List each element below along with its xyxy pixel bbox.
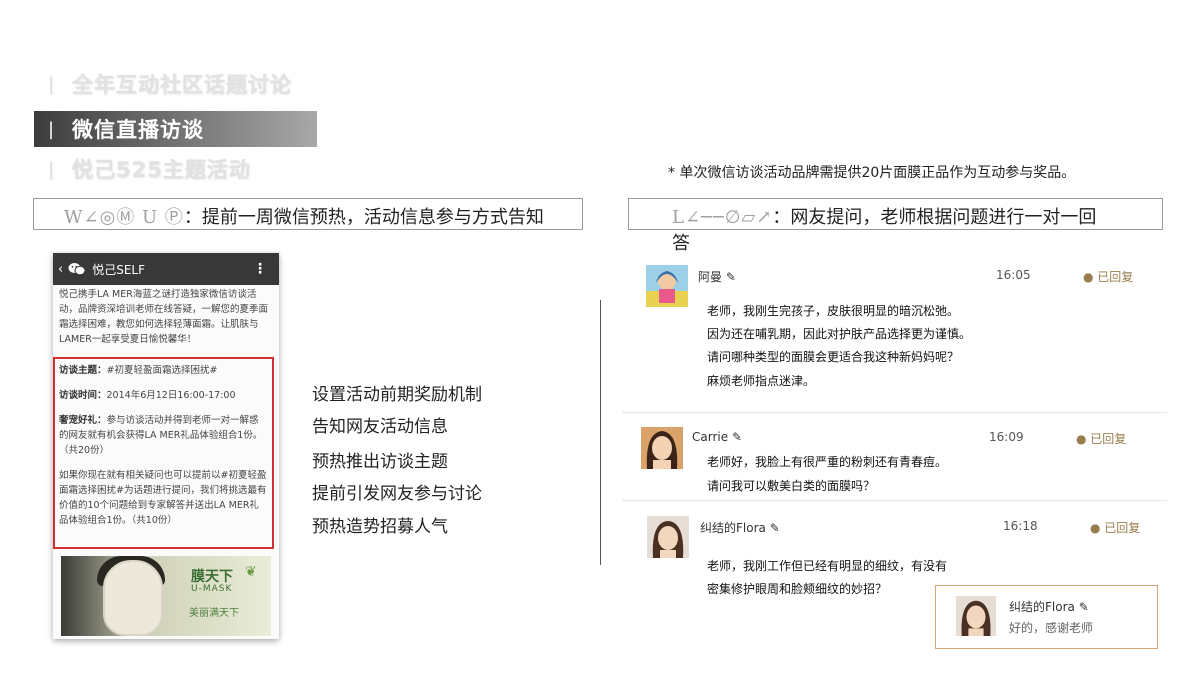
reply-card: 纠结的Flora ✎ 好的，感谢老师 [935,585,1158,649]
commenter-name-text: 纠结的Flora [700,521,766,535]
comment-line: 密集修护眼周和脸颊细纹的妙招？ [707,582,888,596]
nav-bar-mark: | [47,118,55,140]
phone-screenshot: ‹ 悦己SELF ⋮ 悦己携手LA MER海蓝之谜打造独家微信访谈活动，品牌资深… [53,253,279,639]
avatar[interactable] [646,265,688,307]
leaf-icon: ❦ [245,564,257,580]
reply-name-text: 纠结的Flora [1009,600,1075,614]
time-line: 访谈时间：2014年6月12日16:00-17:00 [59,388,268,403]
left-header: W∠◎Ⓜ U Ⓟ：提前一周微信预热，活动信息参与方式告知 [64,203,544,229]
nav-item-label: 全年互动社区话题讨论 [72,73,292,97]
comment-time: 16:18 [1003,519,1038,533]
edit-icon: ✎ [1078,600,1089,614]
status-badge: ● 已回复 [1083,270,1134,284]
status-badge: ● 已回复 [1076,432,1127,446]
ad-subtitle: U-MASK [191,584,233,594]
comment-line: 老师，我刚生完孩子，皮肤很明显的暗沉松弛。 [707,304,960,318]
avatar[interactable] [956,596,996,636]
right-header-wrap: 答 [672,233,690,254]
avatar[interactable] [641,427,683,469]
comment-line: 请问我可以敷美白类的面膜吗？ [707,479,876,493]
divider-line [600,300,601,565]
gift-line: 奢宠好礼：参与访谈活动并得到老师一对一解惑的网友就有机会获得LA MER礼品体验… [59,413,268,458]
back-icon[interactable]: ‹ [58,262,63,277]
feature-item: 告知网友活动信息 [312,417,448,437]
nav-bar-mark: | [47,73,55,95]
comment-separator [622,500,1167,501]
reply-name: 纠结的Flora ✎ [1009,598,1089,615]
reply-text: 好的，感谢老师 [1009,621,1094,635]
commenter-name: 阿曼 ✎ [698,268,736,285]
right-header-glyphs: L∠──∅▱↗ [672,207,773,228]
commenter-name-text: Carrie [692,430,729,444]
comment-line: 老师，我刚工作但已经有明显的细纹，有没有 [707,559,948,573]
nav-item-wechat-live-interview[interactable]: | 微信直播访谈 [34,111,317,147]
topic-value: #初夏轻盈面霜选择困扰# [106,365,218,376]
ad-slogan: 美丽满天下 [189,608,239,619]
feature-item: 预热推出访谈主题 [312,452,448,472]
left-header-text: ：提前一周微信预热，活动信息参与方式告知 [183,207,544,228]
nav-item-community-topics[interactable]: | 全年互动社区话题讨论 [34,66,317,102]
right-header: L∠──∅▱↗：网友提问，老师根据问题进行一对一回 [672,203,1096,229]
comment-separator [622,412,1167,413]
nav-item-525-theme-event[interactable]: | 悦己525主题活动 [34,151,317,187]
nav-item-label: 微信直播访谈 [72,118,204,142]
feature-item: 设置活动前期奖励机制 [312,385,482,405]
wechat-icon [68,262,86,276]
comment-line: 麻烦老师指点迷津。 [707,374,816,388]
umask-ad-banner[interactable]: 膜天下 U-MASK 美丽满天下 ❦ [61,556,271,636]
time-label: 访谈时间： [59,390,107,401]
model-mask [103,560,163,636]
topic-label: 访谈主题： [59,365,107,376]
phone-intro-text: 悦己携手LA MER海蓝之谜打造独家微信访谈活动，品牌资深培训老师在线答疑，一解… [59,289,269,345]
nav-item-label: 悦己525主题活动 [72,158,251,182]
topic-line: 访谈主题：#初夏轻盈面霜选择困扰# [59,363,268,378]
phone-title-bar: ‹ 悦己SELF ⋮ [53,253,279,285]
avatar[interactable] [647,516,689,558]
phone-account-title: 悦己SELF [92,262,145,277]
right-header-text: ：网友提问，老师根据问题进行一对一回 [772,207,1097,228]
nav-bar-mark: | [47,158,55,180]
commenter-name: Carrie ✎ [692,430,742,444]
comment-line: 请问哪种类型的面膜会更适合我这种新妈妈呢？ [707,350,960,364]
gift-label: 奢宠好礼： [59,415,107,426]
comment-line: 因为还在哺乳期，因此对护肤产品选择更为谨慎。 [707,327,972,341]
time-value: 2014年6月12日16:00-17:00 [106,390,236,401]
edit-icon: ✎ [769,521,780,535]
prize-note: * 单次微信访谈活动品牌需提供20片面膜正品作为互动参与奖品。 [668,165,1076,181]
status-badge: ● 已回复 [1090,521,1141,535]
edit-icon: ✎ [725,270,736,284]
commenter-name-text: 阿曼 [698,270,723,284]
comment-line: 老师好，我脸上有很严重的粉刺还有青春痘。 [707,455,948,469]
feature-item: 提前引发网友参与讨论 [312,484,482,504]
interview-info-box: 访谈主题：#初夏轻盈面霜选择困扰# 访谈时间：2014年6月12日16:00-1… [53,357,274,549]
left-header-glyphs: W∠◎Ⓜ U Ⓟ [64,207,184,228]
commenter-name: 纠结的Flora ✎ [700,519,780,536]
comment-time: 16:05 [996,268,1031,282]
edit-icon: ✎ [731,430,742,444]
ad-title: 膜天下 [191,569,233,585]
comment-time: 16:09 [989,430,1024,444]
more-icon[interactable]: ⋮ [253,261,267,277]
extra-line: 如果你现在就有相关疑问也可以提前以#初夏轻盈面霜选择困扰#为话题进行提问，我们将… [59,470,267,526]
feature-item: 预热造势招募人气 [312,517,448,537]
